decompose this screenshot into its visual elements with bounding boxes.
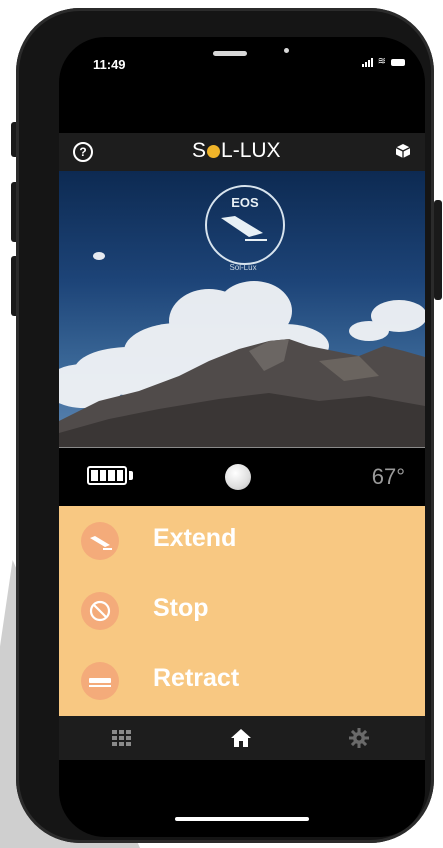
awning-controls: Extend Stop Retract (59, 506, 425, 716)
awning-retract-glyph (89, 678, 111, 687)
awning-extend-icon (81, 522, 119, 560)
stop-icon (81, 592, 119, 630)
wifi-icon: ≋ (377, 56, 386, 67)
weather-indicator-icon (225, 464, 251, 490)
awning-logo-icon (221, 216, 267, 241)
extend-label: Extend (153, 524, 237, 552)
signal-icon (361, 57, 373, 67)
awning-retract-icon (81, 662, 119, 700)
retract-label: Retract (153, 664, 240, 692)
sol-lux-logo: S L-LUX (192, 139, 281, 163)
extend-button[interactable]: Extend (59, 506, 425, 576)
battery-icon (87, 466, 127, 485)
awning-extend-glyph (90, 536, 112, 550)
tab-bar (59, 716, 425, 760)
gear-icon[interactable] (347, 726, 371, 750)
front-camera (284, 48, 289, 53)
home-indicator[interactable] (175, 817, 309, 821)
grid-icon[interactable] (109, 726, 133, 750)
status-row: 67° (59, 448, 425, 506)
sky-mountain-image: EOS Sol-Lux (59, 171, 425, 447)
battery-status-icon (391, 58, 405, 66)
speaker-grille (213, 51, 247, 56)
page: 11:49 ≋ ? S L-LUX EOS Sol-Lux 67° Extend… (0, 0, 443, 848)
home-icon[interactable] (229, 726, 253, 750)
retract-button[interactable]: Retract (59, 646, 425, 716)
logo-text-suffix: L-LUX (221, 139, 281, 162)
power-button (434, 200, 442, 300)
app-header: ? S L-LUX (59, 133, 425, 171)
eos-subtitle: Sol-Lux (229, 263, 257, 272)
stop-glyph (89, 600, 111, 622)
logo-text-prefix: S (192, 139, 207, 162)
phone-screen: 11:49 ≋ ? S L-LUX EOS Sol-Lux 67° Extend… (59, 37, 425, 837)
help-icon[interactable]: ? (73, 142, 93, 162)
device-icon[interactable] (395, 143, 411, 159)
temperature-value: 67° (371, 464, 405, 489)
battery-tip (129, 471, 133, 480)
status-icons: ≋ (361, 56, 405, 67)
eos-badge: EOS (205, 185, 285, 265)
stop-label: Stop (153, 594, 209, 622)
logo-sun-icon (207, 144, 221, 158)
stop-button[interactable]: Stop (59, 576, 425, 646)
phone-frame: 11:49 ≋ ? S L-LUX EOS Sol-Lux 67° Extend… (16, 8, 434, 843)
status-time: 11:49 (93, 57, 126, 72)
